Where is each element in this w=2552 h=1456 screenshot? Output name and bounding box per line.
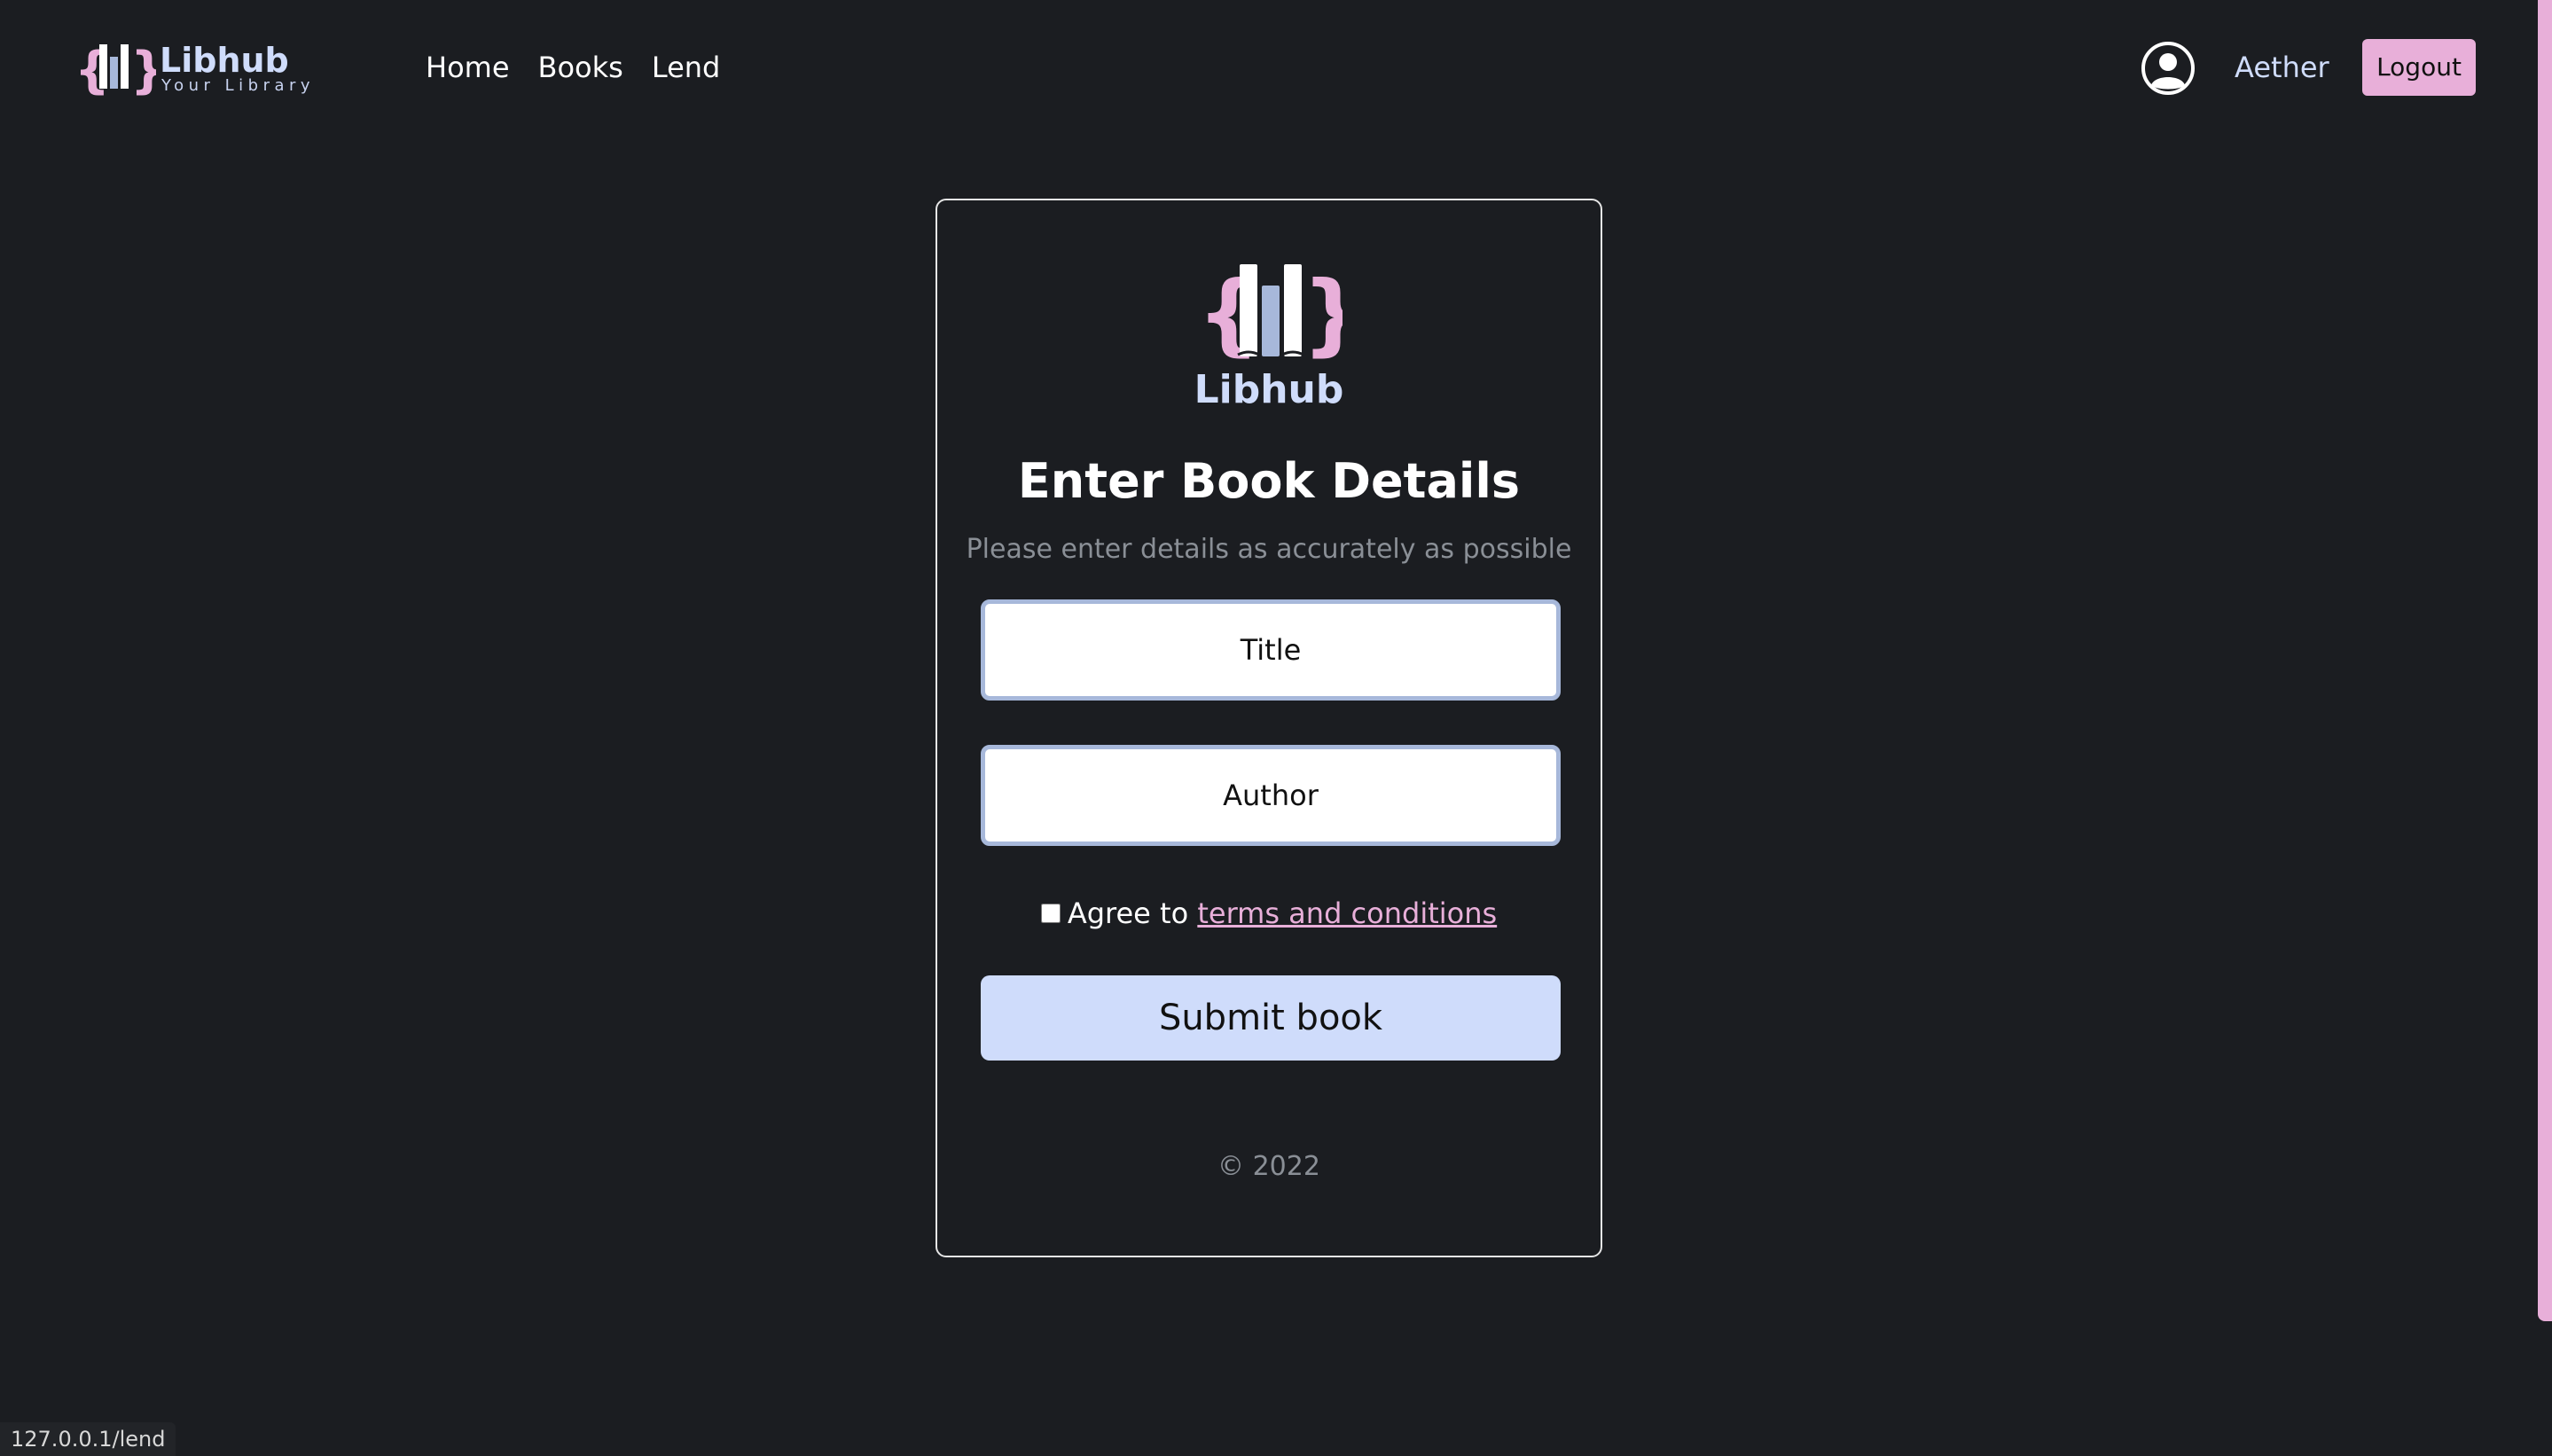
form-title: Enter Book Details (1017, 453, 1521, 509)
libhub-logo-icon: { } (1197, 262, 1343, 360)
form-subtitle: Please enter details as accurately as po… (966, 534, 1572, 565)
logout-button[interactable]: Logout (2362, 39, 2476, 96)
terms-checkbox[interactable] (1040, 904, 1061, 923)
user-circle-icon[interactable] (2141, 41, 2196, 96)
svg-text:}: } (1302, 262, 1343, 360)
libhub-logo-icon: { } (74, 42, 156, 98)
svg-text:}: } (130, 42, 156, 98)
terms-agreement-label: Agree to (1067, 896, 1198, 930)
submit-book-button[interactable]: Submit book (981, 975, 1561, 1061)
author-input[interactable] (981, 745, 1561, 846)
terms-and-conditions-link[interactable]: terms and conditions (1197, 892, 1497, 935)
nav-link-books[interactable]: Books (538, 44, 623, 90)
top-navbar: { } Libhub Your Library Home Books Lend … (0, 0, 2552, 135)
title-input[interactable] (981, 599, 1561, 701)
terms-agreement-row: Agree to terms and conditions (937, 892, 1601, 935)
nav-links: Home Books Lend (426, 44, 748, 90)
lend-form-card: { } Libhub Enter Book Details Please ent… (935, 199, 1602, 1257)
status-bar-url: 127.0.0.1/lend (0, 1422, 176, 1456)
copyright-text: © 2022 (1217, 1151, 1320, 1182)
brand-logo-link[interactable]: { } Libhub Your Library (74, 39, 341, 98)
card-logo-text: Libhub (1194, 367, 1344, 412)
brand-name: Libhub (160, 41, 289, 80)
user-name[interactable]: Aether (2235, 44, 2329, 90)
brand-tagline: Your Library (161, 76, 316, 95)
scrollbar-thumb[interactable] (2538, 0, 2552, 1321)
nav-link-lend[interactable]: Lend (652, 44, 721, 90)
nav-link-home[interactable]: Home (426, 44, 510, 90)
